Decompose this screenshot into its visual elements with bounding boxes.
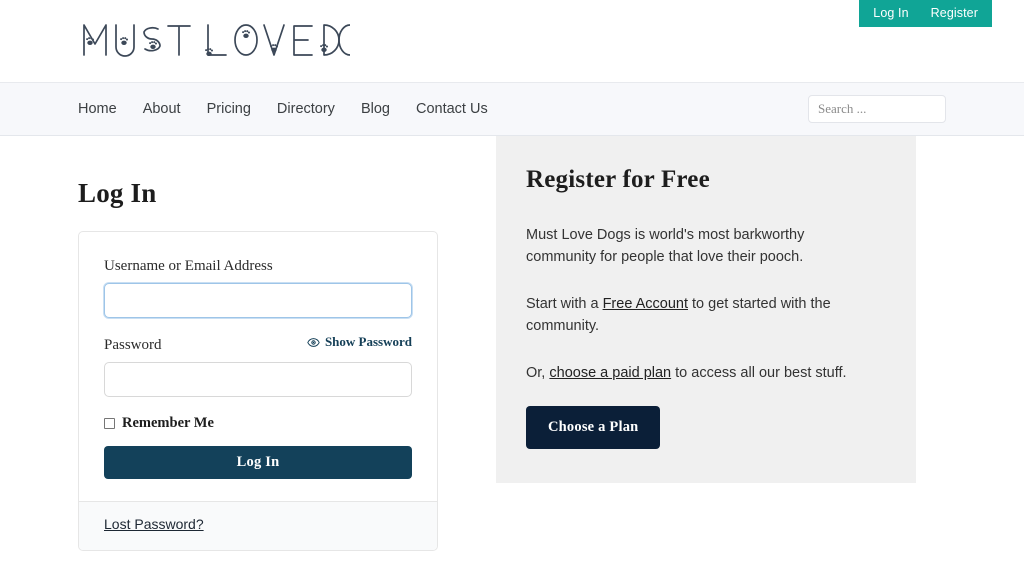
username-label: Username or Email Address [104, 258, 273, 274]
show-password-toggle[interactable]: Show Password [307, 334, 412, 350]
nav-item-pricing[interactable]: Pricing [207, 101, 251, 117]
page-title: Log In [78, 178, 157, 208]
header-login-link[interactable]: Log In [873, 7, 908, 20]
header-auth-bar: Log In Register [859, 0, 992, 27]
password-label-row: Password Show Password [104, 334, 412, 354]
paid-plan-prefix: Or, [526, 364, 550, 381]
eye-icon [307, 337, 320, 347]
register-paid-plan-text: Or, choose a paid plan to access all our… [526, 362, 878, 384]
paid-plan-link[interactable]: choose a paid plan [549, 365, 671, 381]
password-input[interactable] [104, 361, 412, 397]
login-form: Username or Email Address Password Show … [79, 232, 437, 501]
nav-item-blog[interactable]: Blog [361, 101, 390, 117]
site-header: Log In Register [0, 0, 1024, 82]
register-panel: Register for Free Must Love Dogs is worl… [496, 136, 916, 484]
choose-a-plan-button[interactable]: Choose a Plan [526, 406, 661, 450]
nav-item-home[interactable]: Home [78, 101, 117, 117]
register-intro-text: Must Love Dogs is world's most barkworth… [526, 227, 805, 266]
field-spacer [104, 318, 412, 334]
nav-item-contact-us[interactable]: Contact Us [416, 101, 488, 117]
nav-links: Home About Pricing Directory Blog Contac… [78, 101, 488, 117]
free-account-link[interactable]: Free Account [603, 296, 688, 312]
register-title: Register for Free [526, 166, 710, 193]
paid-plan-suffix: to access all our best stuff. [671, 364, 847, 381]
main-content: Log In Username or Email Address Passwor… [0, 136, 1024, 551]
free-account-prefix: Start with a [526, 295, 603, 312]
search-container [808, 95, 946, 123]
lost-password-link[interactable]: Lost Password? [104, 516, 204, 532]
main-navigation: Home About Pricing Directory Blog Contac… [0, 82, 1024, 136]
nav-item-directory[interactable]: Directory [277, 101, 335, 117]
site-logo[interactable] [78, 8, 350, 70]
nav-item-about[interactable]: About [143, 101, 181, 117]
header-register-link[interactable]: Register [931, 7, 978, 20]
login-card-footer: Lost Password? [79, 500, 437, 550]
paw-print-icon [86, 30, 329, 56]
search-input[interactable] [808, 95, 946, 123]
remember-me-label[interactable]: Remember Me [122, 415, 214, 432]
remember-me-checkbox[interactable] [104, 417, 115, 429]
show-password-label: Show Password [324, 334, 412, 349]
logo-wordmark-icon [83, 24, 350, 57]
username-input[interactable] [104, 283, 412, 318]
remember-me-row: Remember Me [104, 415, 412, 432]
login-submit-button[interactable]: Log In [104, 445, 412, 479]
register-column: Register for Free Must Love Dogs is worl… [496, 136, 916, 484]
login-column: Log In Username or Email Address Passwor… [78, 136, 438, 551]
register-free-account-text: Start with a Free Account to get started… [526, 293, 878, 338]
login-card: Username or Email Address Password Show … [78, 231, 438, 551]
password-label: Password [104, 336, 162, 353]
